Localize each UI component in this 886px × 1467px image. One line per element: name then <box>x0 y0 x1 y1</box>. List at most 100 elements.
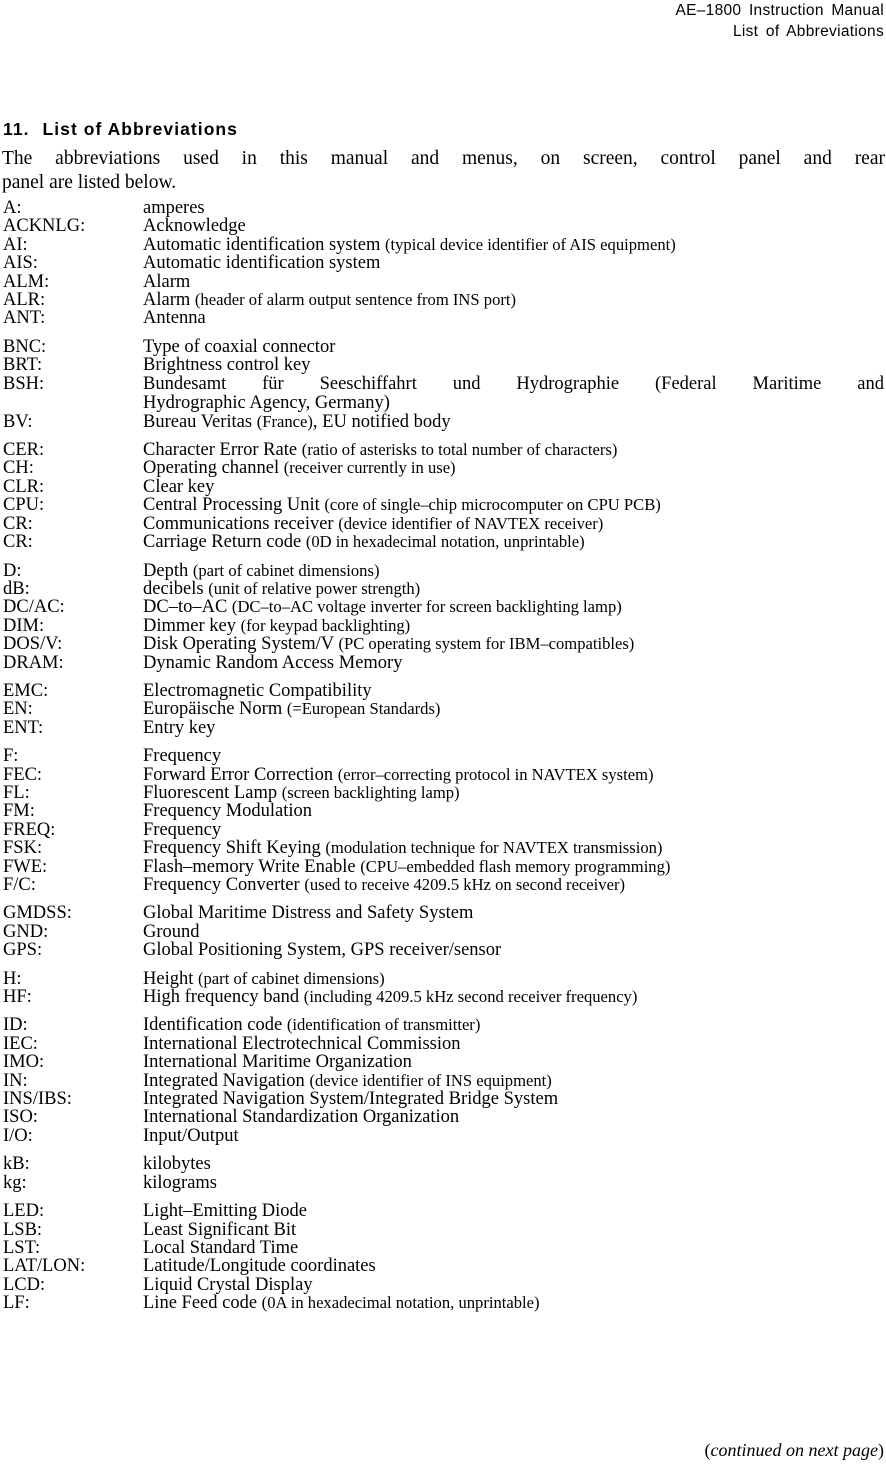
abbreviation-definition: Least Significant Bit <box>143 1220 886 1239</box>
abbreviation-definition: Acknowledge <box>143 216 886 237</box>
definition-text: International Standardization Organizati… <box>143 1107 460 1128</box>
abbreviation-term: ID: <box>3 1015 28 1036</box>
intro-line-1: The abbreviations used in this manual an… <box>2 148 885 169</box>
abbreviation-term: EN: <box>3 699 33 720</box>
abbreviation-entry: FL: Fluorescent Lamp (screen backlighting… <box>0 782 886 803</box>
definition-note: (including 4209.5 kHz second receiver fr… <box>303 987 638 1007</box>
definition-text: Disk Operating System/V <box>143 634 339 655</box>
abbreviation-group: A: amperes ACKNLG: Acknowledge AI: Automatic … <box>0 199 886 328</box>
definition-text: Identification code <box>143 1015 287 1036</box>
abbreviation-term: BSH: <box>3 373 45 394</box>
definition-text: Liquid Crystal Display <box>143 1274 313 1295</box>
abbreviation-term: FEC: <box>3 764 43 785</box>
definition-note: (France) <box>256 411 313 431</box>
abbreviation-term: INS/IBS: <box>3 1089 72 1110</box>
abbreviation-group: ID: Identification code (identification o… <box>0 1015 886 1146</box>
abbreviation-definition: Antenna <box>143 309 886 328</box>
running-header-line-2: List of Abbreviations <box>732 23 884 40</box>
page-title: 11. List of Abbreviations <box>3 118 238 140</box>
abbreviation-definition: Automatic identification system <box>143 254 886 273</box>
abbreviation-entry: BRT: Brightness control key <box>0 356 886 375</box>
abbreviation-definition: Forward Error Correction (error–correcti… <box>143 765 886 784</box>
definition-text: Global Positioning System, GPS receiver/… <box>143 940 502 961</box>
abbreviation-entry: CLR: Clear key <box>0 477 886 496</box>
definition-text: kilobytes <box>143 1154 211 1175</box>
abbreviation-term: DC/AC: <box>3 597 65 618</box>
abbreviation-term: D: <box>3 560 22 581</box>
abbreviation-definition: Frequency Converter (used to receive 420… <box>143 875 886 894</box>
abbreviation-definition: Identification code (identification of t… <box>143 1015 886 1036</box>
abbreviation-entry: DRAM: Dynamic Random Access Memory <box>0 653 886 672</box>
abbreviation-definition: Line Feed code (0A in hexadecimal notati… <box>143 1293 886 1313</box>
running-header: AE–1800 Instruction Manual List of Abbre… <box>0 0 884 42</box>
abbreviation-entry: GMDSS: Global Maritime Distress and Safet… <box>0 904 886 923</box>
definition-text: Electromagnetic Compatibility <box>143 680 372 701</box>
abbreviation-definition: Brightness control key <box>143 356 886 375</box>
abbreviation-definition: Europäische Norm (=European Standards) <box>143 700 886 719</box>
abbreviation-entry: D: Depth (part of cabinet dimensions) <box>0 560 886 581</box>
abbreviation-entry: LST: Local Standard Time <box>0 1238 886 1258</box>
definition-text: Dimmer key <box>143 615 241 636</box>
abbreviation-entry: AI: Automatic identification system (typi… <box>0 235 886 254</box>
abbreviation-definition: Disk Operating System/V (PC operating sy… <box>143 634 886 655</box>
abbreviation-definition: Frequency <box>143 821 886 840</box>
definition-text: Operating channel <box>143 458 284 479</box>
abbreviation-term: ALR: <box>3 290 46 311</box>
abbreviation-definition: kilobytes <box>143 1154 886 1175</box>
definition-note: (ratio of asterisks to total number of c… <box>301 440 618 460</box>
definition-text: Frequency <box>143 746 222 767</box>
running-header-line-1: AE–1800 Instruction Manual <box>675 2 884 19</box>
abbreviation-entry: CH: Operating channel (receiver currently… <box>0 458 886 479</box>
definition-text: Central Processing Unit <box>143 495 325 516</box>
abbreviation-term: DIM: <box>3 615 45 636</box>
abbreviation-term: F/C: <box>3 875 36 895</box>
abbreviation-definition: International Standardization Organizati… <box>143 1107 886 1128</box>
abbreviation-definition: Light–Emitting Diode <box>143 1202 886 1221</box>
definition-text-tail: , EU notified body <box>312 411 451 432</box>
abbreviation-entry: GND: Ground <box>0 921 886 942</box>
definition-line: Hydrographic Agency, Germany) <box>143 392 390 413</box>
abbreviation-term: ALM: <box>3 271 50 292</box>
abbreviation-definition: Input/Output <box>143 1125 886 1146</box>
abbreviation-definition: Ground <box>143 923 886 942</box>
definition-note: (CPU–embedded flash memory programming) <box>360 856 671 876</box>
abbreviation-term: ACKNLG: <box>3 216 86 237</box>
definition-note: (screen backlighting lamp) <box>281 782 460 802</box>
abbreviation-term: EMC: <box>3 680 49 701</box>
section-number: 11. <box>3 119 30 139</box>
abbreviation-group: CER: Character Error Rate (ratio of aster… <box>0 440 886 551</box>
abbreviation-group: F: Frequency FEC: Forward Error Correction … <box>0 746 886 895</box>
abbreviation-definition: Local Standard Time <box>143 1239 886 1258</box>
definition-text: Height <box>143 968 198 989</box>
definition-text: DC–to–AC <box>143 597 232 618</box>
abbreviation-entry: LED: Light–Emitting Diode <box>0 1202 886 1221</box>
definition-text: Alarm <box>143 271 191 292</box>
abbreviation-definition: Frequency Modulation <box>143 802 886 821</box>
abbreviation-term: HF: <box>3 987 32 1008</box>
definition-text: decibels <box>143 578 209 599</box>
abbreviation-definition: Operating channel (receiver currently in… <box>143 458 886 479</box>
abbreviation-definition: Flash–memory Write Enable (CPU–embedded … <box>143 856 886 876</box>
definition-note: (device identifier of INS equipment) <box>309 1070 552 1090</box>
abbreviation-entry: LSB: Least Significant Bit <box>0 1220 886 1239</box>
abbreviation-term: GND: <box>3 921 49 942</box>
definition-text: Input/Output <box>143 1125 239 1146</box>
definition-text: Acknowledge <box>143 216 246 237</box>
abbreviation-entry: LF: Line Feed code (0A in hexadecimal not… <box>0 1293 886 1313</box>
abbreviation-entry: LAT/LON: Latitude/Longitude coordinates <box>0 1257 886 1276</box>
abbreviation-term: FL: <box>3 782 30 803</box>
definition-text: International Maritime Organization <box>143 1052 412 1073</box>
abbreviation-entry: A: amperes <box>0 198 886 218</box>
abbreviation-definition: Frequency Shift Keying (modulation techn… <box>143 838 886 857</box>
abbreviation-entry: DIM: Dimmer key (for keypad backlighting) <box>0 615 886 636</box>
definition-text: Fluorescent Lamp <box>143 782 282 803</box>
abbreviation-list: A: amperes ACKNLG: Acknowledge AI: Automatic … <box>0 199 886 1313</box>
abbreviation-term: A: <box>3 198 22 218</box>
definition-note: (0A in hexadecimal notation, unprintable… <box>261 1293 540 1313</box>
abbreviation-term: I/O: <box>3 1125 33 1146</box>
abbreviation-term: CPU: <box>3 495 45 516</box>
abbreviation-entry: kg: kilograms <box>0 1173 886 1192</box>
definition-text: International Electrotechnical Commissio… <box>143 1033 461 1054</box>
continued-footer: (continued on next page) <box>0 1440 884 1461</box>
abbreviation-definition: Global Positioning System, GPS receiver/… <box>143 940 886 961</box>
